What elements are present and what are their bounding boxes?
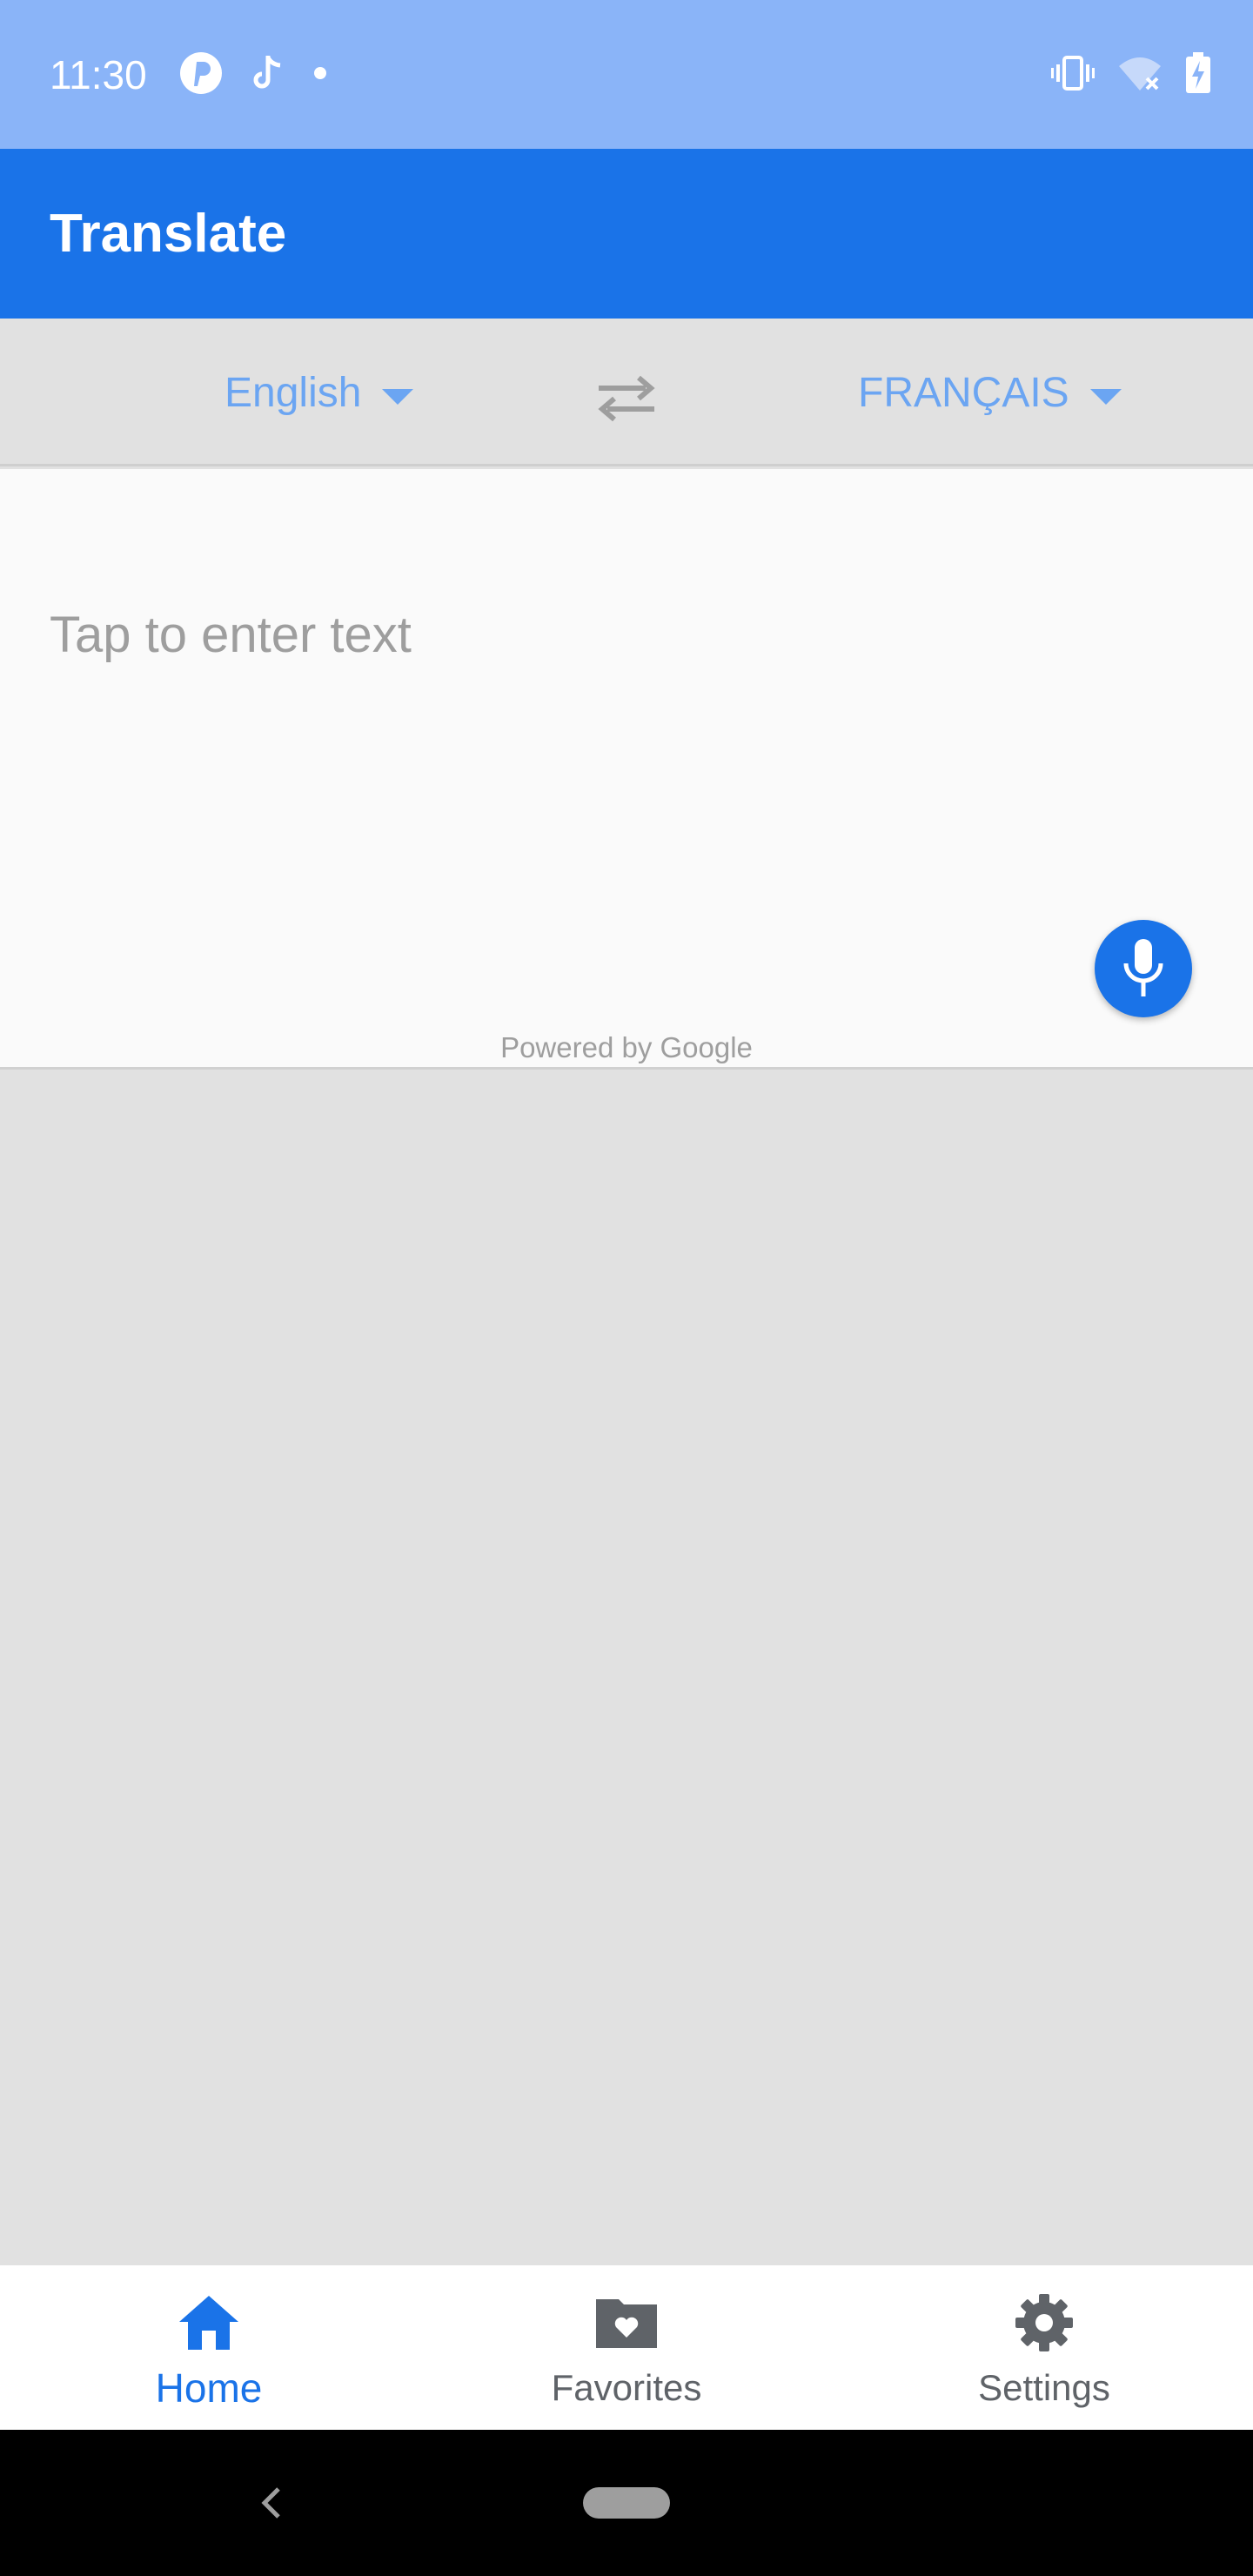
- notification-icons: [179, 51, 327, 99]
- nav-favorites-label: Favorites: [551, 2367, 702, 2408]
- pinterest-icon: [179, 51, 223, 99]
- system-navigation-bar: [0, 2430, 1253, 2576]
- nav-home[interactable]: Home: [0, 2265, 418, 2430]
- tiktok-icon: [252, 54, 284, 97]
- nav-home-label: Home: [155, 2365, 263, 2411]
- microphone-button[interactable]: [1095, 920, 1192, 1017]
- dot-icon: [313, 66, 327, 84]
- text-input-panel[interactable]: Tap to enter text Powered by Google: [0, 469, 1253, 1070]
- swap-icon: [598, 375, 655, 422]
- language-bar: English FRANÇAIS: [0, 319, 1253, 466]
- app-title: Translate: [50, 204, 287, 264]
- target-language-label: FRANÇAIS: [858, 369, 1069, 416]
- back-button[interactable]: [252, 2477, 287, 2529]
- status-time: 11:30: [50, 52, 147, 97]
- target-language-selector[interactable]: FRANÇAIS: [858, 360, 1122, 425]
- vibrate-icon: [1051, 54, 1095, 97]
- status-bar: 11:30: [0, 0, 1253, 149]
- text-input[interactable]: Tap to enter text: [50, 605, 412, 666]
- swap-languages-button[interactable]: [595, 367, 658, 430]
- bottom-navigation: Home Favorites Settings: [0, 2265, 1253, 2430]
- powered-by-text: Powered by Google: [500, 1031, 753, 1063]
- nav-settings[interactable]: Settings: [835, 2265, 1253, 2430]
- wifi-off-icon: [1117, 54, 1163, 97]
- gear-icon: [1009, 2288, 1079, 2358]
- home-pill-button[interactable]: [583, 2487, 670, 2519]
- battery-charging-icon: [1185, 51, 1211, 98]
- nav-favorites[interactable]: Favorites: [418, 2265, 835, 2430]
- back-chevron-icon: [261, 2487, 280, 2519]
- system-status-icons: [1051, 51, 1211, 98]
- nav-settings-label: Settings: [978, 2367, 1110, 2408]
- home-icon: [174, 2288, 244, 2358]
- chevron-down-icon: [1089, 369, 1122, 417]
- source-language-selector[interactable]: English: [224, 360, 414, 425]
- app-bar: Translate: [0, 149, 1253, 319]
- source-language-label: English: [224, 369, 362, 416]
- microphone-icon: [1123, 939, 1163, 996]
- chevron-down-icon: [382, 369, 414, 417]
- favorites-folder-icon: [592, 2288, 661, 2358]
